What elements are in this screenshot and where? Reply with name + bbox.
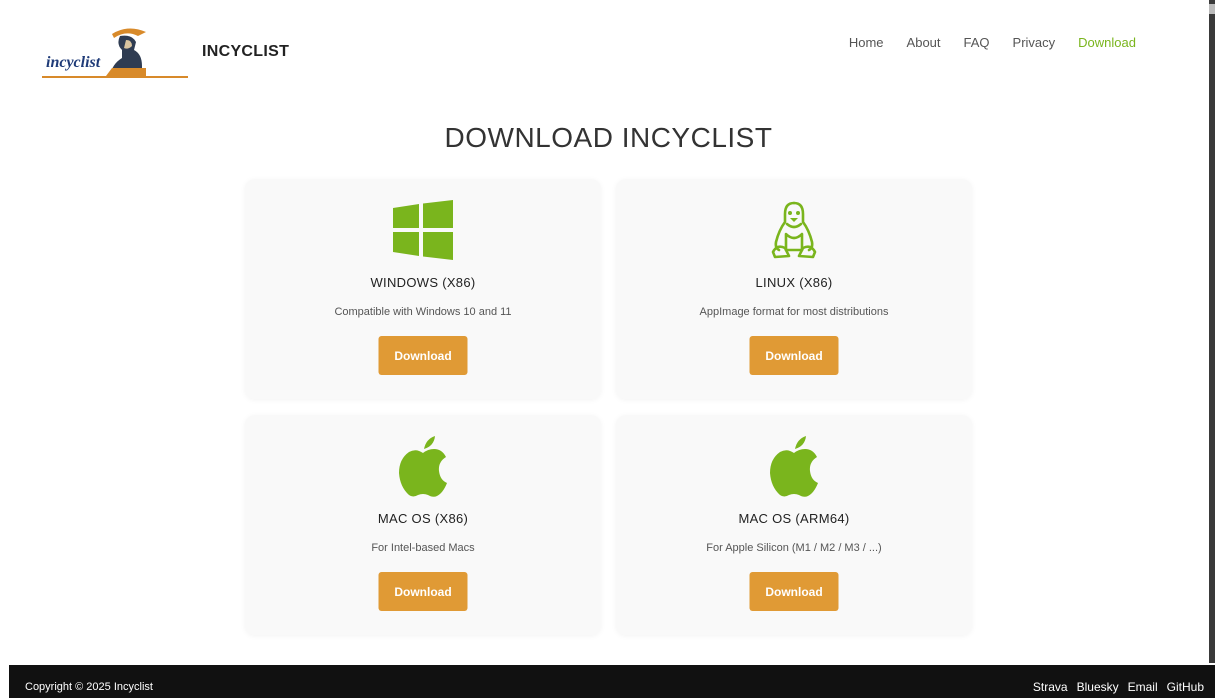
download-card-mac-arm64: MAC OS (ARM64) For Apple Silicon (M1 / M… xyxy=(616,415,972,635)
download-card-linux: LINUX (X86) AppImage format for most dis… xyxy=(616,179,972,399)
card-description: For Apple Silicon (M1 / M2 / M3 / ...) xyxy=(706,542,882,554)
footer-link-bluesky[interactable]: Bluesky xyxy=(1077,680,1119,694)
card-description: AppImage format for most distributions xyxy=(699,306,889,318)
card-description: Compatible with Windows 10 and 11 xyxy=(334,306,512,318)
download-windows-button[interactable]: Download xyxy=(378,336,468,375)
nav-privacy[interactable]: Privacy xyxy=(1013,35,1056,50)
card-title: WINDOWS (X86) xyxy=(370,275,476,290)
nav-download[interactable]: Download xyxy=(1078,35,1136,50)
site-header: incyclist INCYCLIST Home About FAQ Priva… xyxy=(0,0,1209,100)
download-mac-x86-button[interactable]: Download xyxy=(378,572,468,611)
logo-underline xyxy=(42,76,188,78)
nav-faq[interactable]: FAQ xyxy=(964,35,990,50)
apple-icon xyxy=(245,435,601,497)
window-scrollbar[interactable] xyxy=(1209,0,1215,663)
footer-link-github[interactable]: GitHub xyxy=(1167,680,1204,694)
download-linux-button[interactable]: Download xyxy=(749,336,839,375)
download-mac-arm64-button[interactable]: Download xyxy=(749,572,839,611)
apple-icon xyxy=(616,435,972,497)
brand-name[interactable]: INCYCLIST xyxy=(202,43,289,61)
incyclist-logo[interactable]: incyclist xyxy=(42,24,188,80)
site-footer: Copyright © 2025 Incyclist Strava Bluesk… xyxy=(9,665,1215,698)
card-description: For Intel-based Macs xyxy=(371,542,475,554)
card-title: MAC OS (X86) xyxy=(377,511,469,526)
footer-link-strava[interactable]: Strava xyxy=(1033,680,1068,694)
nav-about[interactable]: About xyxy=(907,35,941,50)
linux-icon xyxy=(616,199,972,261)
footer-links: Strava Bluesky Email GitHub xyxy=(1024,680,1204,694)
copyright-text: Copyright © 2025 Incyclist xyxy=(25,681,153,693)
logo-wordmark: incyclist xyxy=(46,54,101,71)
card-title: MAC OS (ARM64) xyxy=(738,511,850,526)
windows-icon xyxy=(245,199,601,261)
card-title: LINUX (X86) xyxy=(755,275,833,290)
footer-link-email[interactable]: Email xyxy=(1128,680,1158,694)
download-card-mac-x86: MAC OS (X86) For Intel-based Macs Downlo… xyxy=(245,415,601,635)
download-page: incyclist INCYCLIST Home About FAQ Priva… xyxy=(0,0,1215,698)
nav-home[interactable]: Home xyxy=(849,35,884,50)
download-card-windows: WINDOWS (X86) Compatible with Windows 10… xyxy=(245,179,601,399)
scroll-up-arrow[interactable] xyxy=(1209,4,1215,14)
page-title: DOWNLOAD INCYCLIST xyxy=(444,122,773,153)
main-nav: Home About FAQ Privacy Download xyxy=(826,35,1136,50)
